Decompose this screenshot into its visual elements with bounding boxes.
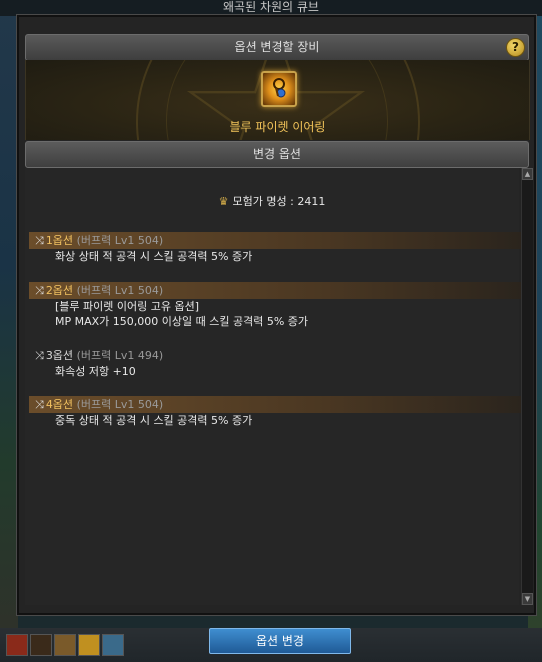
options-scrollbar[interactable]: ▲ ▼ — [521, 168, 533, 605]
skill-slot-icon[interactable] — [102, 634, 124, 656]
option-text: [블루 파이렛 이어링 고유 옵션] — [55, 300, 200, 313]
option-text: 중독 상태 적 공격 시 스킬 공격력 5% 증가 — [55, 414, 253, 427]
option-index: 4옵션 — [45, 398, 74, 411]
change-option-button[interactable]: 옵션 변경 — [209, 628, 351, 654]
equipment-header: 옵션 변경할 장비 ? — [25, 34, 529, 61]
shuffle-icon: ⤨ — [35, 398, 44, 411]
quickslot-bar — [6, 634, 126, 658]
skill-slot-icon[interactable] — [6, 634, 28, 656]
option-meta: (버프력 Lv1 504) — [76, 234, 164, 247]
option-meta: (버프력 Lv1 504) — [76, 398, 164, 411]
shuffle-icon: ⤨ — [35, 349, 44, 362]
option-index: 3옵션 — [45, 349, 74, 362]
skill-slot-icon[interactable] — [54, 634, 76, 656]
shuffle-icon: ⤨ — [35, 234, 44, 247]
fame-label: 모험가 명성 : 2411 — [232, 195, 326, 208]
fame-crown-icon: ♛ — [218, 195, 229, 208]
skill-slot-icon[interactable] — [30, 634, 52, 656]
option-meta: (버프력 Lv1 504) — [76, 284, 164, 297]
earring-icon[interactable] — [261, 71, 297, 107]
options-panel: ♛ 모험가 명성 : 2411 ⤨ 1옵션 (버프력 Lv1 504) 화상 상태 … — [25, 168, 525, 605]
adventurer-fame: ♛ 모험가 명성 : 2411 — [25, 193, 519, 209]
help-button[interactable]: ? — [506, 38, 525, 57]
option-row-4[interactable]: ⤨ 4옵션 (버프력 Lv1 504) 중독 상태 적 공격 시 스킬 공격력 5… — [29, 396, 525, 428]
item-banner: 블루 파이렛 이어링 — [25, 60, 530, 140]
option-text: 화상 상태 적 공격 시 스킬 공격력 5% 증가 — [55, 250, 253, 263]
option-meta: (버프력 Lv1 494) — [76, 349, 164, 362]
option-row-2[interactable]: ⤨ 2옵션 (버프력 Lv1 504) [블루 파이렛 이어링 고유 옵션] MP… — [29, 282, 525, 329]
cube-window: 옵션 변경할 장비 ? 블루 파이렛 이어링 변경 옵션 ♛ 모험가 명성 : 2… — [16, 14, 537, 616]
equipment-header-label: 옵션 변경할 장비 — [234, 40, 320, 54]
option-text: 화속성 저항 +10 — [55, 365, 136, 378]
option-index: 1옵션 — [45, 234, 74, 247]
scroll-down-icon[interactable]: ▼ — [522, 593, 533, 605]
option-header: ⤨ 3옵션 (버프력 Lv1 494) — [29, 347, 525, 364]
option-header: ⤨ 4옵션 (버프력 Lv1 504) — [29, 396, 525, 413]
option-header: ⤨ 2옵션 (버프력 Lv1 504) — [29, 282, 525, 299]
option-index: 2옵션 — [45, 284, 74, 297]
option-header: ⤨ 1옵션 (버프력 Lv1 504) — [29, 232, 525, 249]
shuffle-icon: ⤨ — [35, 284, 44, 297]
item-name: 블루 파이렛 이어링 — [229, 120, 326, 134]
change-options-header: 변경 옵션 — [25, 141, 529, 168]
option-row-1[interactable]: ⤨ 1옵션 (버프력 Lv1 504) 화상 상태 적 공격 시 스킬 공격력 5… — [29, 232, 525, 264]
earring-glyph — [273, 78, 286, 98]
scroll-up-icon[interactable]: ▲ — [522, 168, 533, 180]
option-text: MP MAX가 150,000 이상일 때 스킬 공격력 5% 증가 — [55, 315, 309, 328]
skill-slot-icon[interactable] — [78, 634, 100, 656]
option-row-3[interactable]: ⤨ 3옵션 (버프력 Lv1 494) 화속성 저항 +10 — [29, 347, 525, 379]
